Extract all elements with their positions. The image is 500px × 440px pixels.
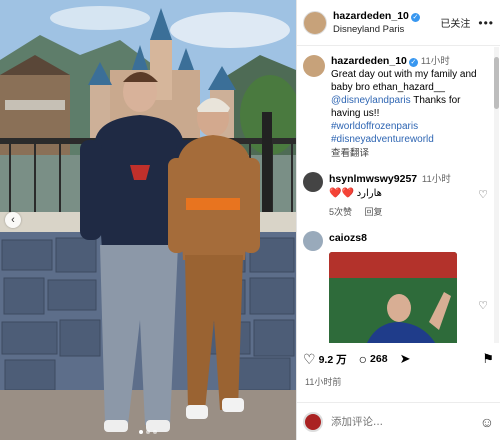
comment-item: caiozs8 ♡ — [297, 219, 492, 343]
post-location[interactable]: Disneyland Paris — [333, 23, 440, 36]
like-comment-heart-icon[interactable]: ♡ — [478, 299, 488, 312]
emoji-icon[interactable]: ☺ — [480, 414, 494, 430]
comments-scroll-area[interactable]: hazardeden_10 ✓ 11小时 Great day out with my… — [297, 47, 492, 343]
caption-hashtags[interactable]: #worldoffrozenparis #disneyadventureworl… — [331, 121, 434, 145]
verified-badge-icon: ✓ — [408, 58, 418, 67]
add-comment-input[interactable] — [331, 415, 480, 428]
caption-avatar[interactable] — [303, 55, 325, 77]
commenter-username[interactable]: hsynlmwswy9257 — [329, 173, 417, 185]
current-user-avatar — [303, 411, 323, 432]
caption-text: Great day out with my family and baby br… — [331, 69, 477, 93]
scrollbar[interactable] — [494, 47, 499, 343]
author-username[interactable]: hazardeden_10 — [333, 10, 409, 22]
see-translation-link[interactable]: 查看翻译 — [331, 147, 486, 160]
caption-username[interactable]: hazardeden_10 — [331, 55, 407, 67]
add-comment-bar: ☺ — [297, 402, 500, 440]
comment-time: 11小时 — [421, 174, 451, 185]
post-photo: ‹ — [0, 0, 296, 440]
like-heart-icon[interactable]: ♡ — [303, 351, 316, 368]
more-options-icon[interactable]: ••• — [478, 16, 494, 30]
comment-gif — [329, 252, 457, 343]
save-bookmark-icon[interactable]: ⚑ — [482, 351, 494, 367]
commenter-avatar[interactable] — [303, 231, 323, 251]
following-button[interactable]: 已关注 — [440, 15, 470, 30]
post-caption: hazardeden_10 ✓ 11小时 Great day out with my… — [297, 47, 492, 160]
previous-photo-button[interactable]: ‹ — [5, 212, 21, 228]
like-comment-heart-icon[interactable]: ♡ — [478, 188, 488, 201]
post-sidebar: hazardeden_10 ✓ Disneyland Paris 已关注 ••• … — [296, 0, 500, 440]
verified-badge-icon: ✓ — [410, 12, 420, 22]
commenter-avatar[interactable] — [303, 172, 323, 192]
post-timestamp: 11小时前 — [305, 377, 342, 387]
caption-mention-link[interactable]: @disneylandparis — [331, 95, 411, 106]
comment-bubble-icon[interactable]: ○ — [359, 351, 367, 367]
comment-item: hsynlmwswy9257 11小时 ❤️❤️ هارارد 5次赞 回复 ♡ — [297, 160, 492, 219]
post-actions: ♡ 9.2 万 ○ 268 ➤ ⚑ — [297, 348, 500, 370]
comment-likes-count[interactable]: 5次赞 — [329, 207, 352, 217]
comment-emoji: ❤️❤️ — [329, 188, 354, 199]
likes-count[interactable]: 9.2 万 — [319, 352, 347, 367]
share-send-icon[interactable]: ➤ — [400, 351, 411, 367]
author-avatar[interactable] — [303, 10, 327, 35]
carousel-dots — [0, 430, 296, 434]
comment-text: هارارد — [356, 188, 382, 199]
comments-count[interactable]: 268 — [370, 353, 388, 365]
commenter-username[interactable]: caiozs8 — [329, 232, 367, 244]
reply-button[interactable]: 回复 — [365, 207, 383, 217]
gif-image — [329, 252, 457, 343]
caption-time: 11小时 — [420, 56, 450, 67]
photo-illustration — [0, 0, 296, 440]
post-header: hazardeden_10 ✓ Disneyland Paris 已关注 ••• — [297, 0, 500, 46]
